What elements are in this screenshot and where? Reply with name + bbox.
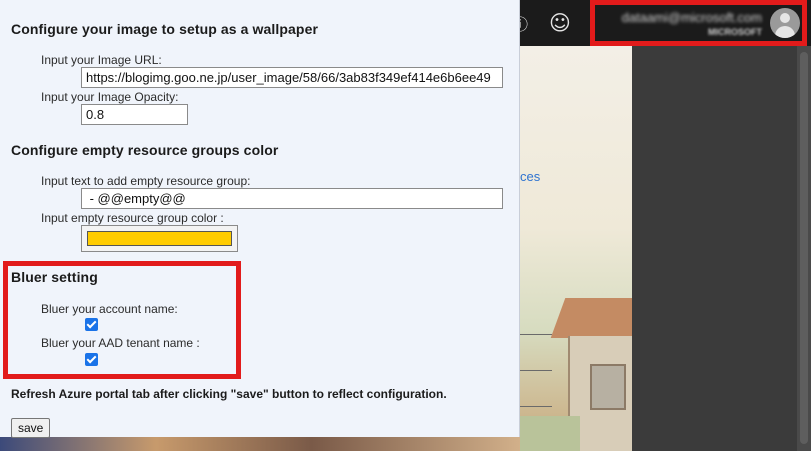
feedback-icon[interactable]: ☺ — [549, 12, 571, 34]
divider — [520, 406, 552, 407]
divider — [520, 334, 552, 335]
wallpaper-roof-shape — [550, 298, 632, 338]
empty-group-text-label: Input text to add empty resource group: — [41, 174, 251, 188]
background-link[interactable]: ces — [520, 169, 540, 184]
account-highlight — [590, 0, 807, 46]
image-url-input[interactable] — [81, 67, 503, 88]
divider — [520, 370, 552, 371]
empty-groups-section-heading: Configure empty resource groups color — [11, 142, 279, 158]
save-button[interactable]: save — [11, 418, 51, 438]
image-opacity-label: Input your Image Opacity: — [41, 90, 179, 104]
wallpaper-section-heading: Configure your image to setup as a wallp… — [11, 21, 319, 37]
wallpaper-bottom-strip — [0, 437, 520, 451]
color-swatch — [87, 231, 232, 246]
image-url-label: Input your Image URL: — [41, 53, 162, 67]
wallpaper-window-shape — [590, 364, 626, 410]
wallpaper-grass-shape — [520, 416, 580, 451]
wallpaper-background: ces — [520, 46, 632, 451]
scrollbar-thumb[interactable] — [800, 52, 808, 444]
bluer-setting-highlight — [3, 261, 241, 379]
empty-group-text-input[interactable] — [81, 188, 503, 209]
image-opacity-input[interactable] — [81, 104, 188, 125]
empty-group-color-label: Input empty resource group color : — [41, 211, 224, 225]
right-side-panel — [632, 46, 811, 451]
refresh-note: Refresh Azure portal tab after clicking … — [11, 387, 447, 401]
empty-group-color-picker[interactable] — [81, 225, 238, 252]
